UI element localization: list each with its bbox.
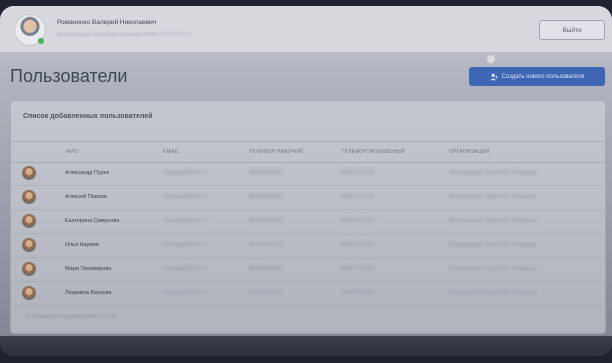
column-header-organization[interactable]: ОРГАНИЗАЦИЯ <box>449 149 490 155</box>
row-avatar <box>22 286 36 300</box>
cell-name: Александр Пурез <box>65 170 110 176</box>
table-row[interactable]: Мари Тихомирова example@mail.ru 88005553… <box>11 257 605 282</box>
row-avatar <box>22 166 36 180</box>
cell-phone-mobile: 89007771122 <box>341 242 375 248</box>
add-user-icon <box>490 73 498 80</box>
cell-email: example@mail.ru <box>163 266 206 272</box>
cell-name: Илья Наумов <box>65 242 99 248</box>
cell-organization: Акционерное общество "Ромашка" <box>449 266 538 272</box>
logout-button[interactable]: Выйти <box>539 20 605 40</box>
cell-phone-work: 88005553535 <box>249 194 283 200</box>
top-header: Романенко Валерий Николаевич Акционерное… <box>0 6 612 52</box>
column-header-phone-work[interactable]: ТЕЛЕФОН РАБОЧИЙ <box>249 149 303 155</box>
app-window: Романенко Валерий Николаевич Акционерное… <box>0 6 612 356</box>
cell-name: Алексей Павлов <box>65 194 107 200</box>
cell-phone-work: 88005553535 <box>249 218 283 224</box>
user-name: Романенко Валерий Николаевич <box>57 19 157 26</box>
cell-phone-mobile: 89007771122 <box>341 194 375 200</box>
bottom-shade <box>0 336 612 356</box>
cell-organization: Акционерное общество "Ромашка" <box>449 194 538 200</box>
column-header-name[interactable]: ФИО <box>66 149 78 155</box>
cell-email: example@mail.ru <box>163 290 206 296</box>
row-avatar <box>22 214 36 228</box>
panel-title: Список добавленных пользователей <box>23 113 153 120</box>
table-row[interactable]: Илья Наумов example@mail.ru 88005553535 … <box>11 233 605 258</box>
row-avatar <box>22 262 36 276</box>
cell-organization: Акционерное общество "Ромашка" <box>449 242 538 248</box>
cell-phone-work: 88005553535 <box>249 242 283 248</box>
cell-organization: Акционерное общество "Ромашка" <box>449 170 538 176</box>
table-row[interactable]: Алексей Павлов example@mail.ru 880055535… <box>11 185 605 210</box>
cell-phone-work: 88005553535 <box>249 290 283 296</box>
cell-organization: Акционерное общество "Ромашка" <box>449 218 538 224</box>
user-organization: Акционерное общество Ромашка (ИНН 777777… <box>57 32 192 38</box>
table-row[interactable]: Людмила Берзова example@mail.ru 88005553… <box>11 281 605 306</box>
cell-email: example@mail.ru <box>163 242 206 248</box>
cell-email: example@mail.ru <box>163 194 206 200</box>
table-footer-count: Отображено пользователей: 6 из 30 <box>25 314 118 320</box>
table-row[interactable]: Екатерина Смирнова example@mail.ru 88005… <box>11 209 605 234</box>
online-status-icon <box>37 37 45 45</box>
cell-phone-work: 88005553535 <box>249 170 283 176</box>
decorative-dot <box>486 54 496 64</box>
cell-phone-work: 88005553535 <box>249 266 283 272</box>
cell-phone-mobile: 89007771122 <box>341 266 375 272</box>
cell-email: example@mail.ru <box>163 170 206 176</box>
cell-organization: Акционерное общество "Ромашка" <box>449 290 538 296</box>
create-user-button[interactable]: Создать нового пользователя <box>469 67 605 86</box>
create-user-button-label: Создать нового пользователя <box>501 73 585 80</box>
cell-phone-mobile: 89007771122 <box>341 290 375 296</box>
row-avatar <box>22 238 36 252</box>
cell-name: Екатерина Смирнова <box>65 218 120 224</box>
page-title: Пользователи <box>10 66 128 86</box>
cell-name: Мари Тихомирова <box>65 266 112 272</box>
cell-email: example@mail.ru <box>163 218 206 224</box>
table-header: ФИО EMAIL ТЕЛЕФОН РАБОЧИЙ ТЕЛЕФОН МОБИЛЬ… <box>11 141 605 163</box>
users-panel: Список добавленных пользователей ФИО EMA… <box>10 100 606 334</box>
cell-name: Людмила Берзова <box>65 290 112 296</box>
column-header-email[interactable]: EMAIL <box>163 149 180 155</box>
row-avatar <box>22 190 36 204</box>
cell-phone-mobile: 89007771122 <box>341 218 375 224</box>
cell-phone-mobile: 89007771122 <box>341 170 375 176</box>
column-header-phone-mobile[interactable]: ТЕЛЕФОН МОБИЛЬНЫЙ <box>341 149 405 155</box>
table-row[interactable]: Александр Пурез example@mail.ru 88005553… <box>11 161 605 186</box>
